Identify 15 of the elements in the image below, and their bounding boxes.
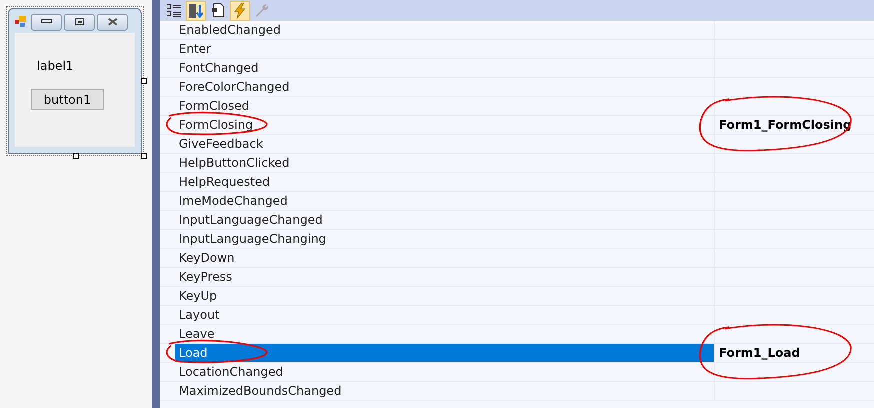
event-name[interactable]: Load <box>175 344 715 362</box>
close-icon <box>106 18 118 26</box>
form-button[interactable]: button1 <box>31 89 104 110</box>
maximize-icon <box>74 18 84 26</box>
sort-az-icon[interactable] <box>186 0 206 20</box>
minimize-button[interactable] <box>31 14 62 30</box>
resize-handle[interactable] <box>141 153 147 159</box>
form-label: label1 <box>37 59 75 73</box>
resize-handle[interactable] <box>141 78 147 84</box>
minimize-icon <box>40 19 52 25</box>
form-window[interactable]: label1 button1 <box>8 8 142 154</box>
close-button[interactable] <box>97 14 128 30</box>
maximize-button[interactable] <box>64 14 95 30</box>
resize-handle[interactable] <box>73 153 79 159</box>
app-icon <box>15 16 27 28</box>
